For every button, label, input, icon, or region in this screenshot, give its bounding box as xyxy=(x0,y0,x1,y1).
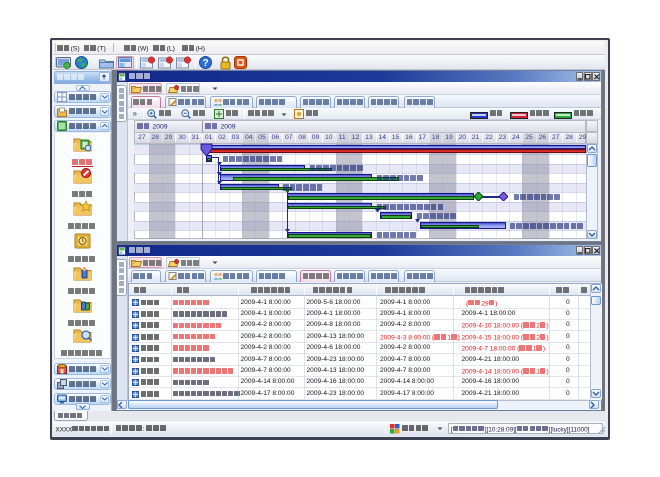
svg-text:?: ? xyxy=(202,58,208,69)
